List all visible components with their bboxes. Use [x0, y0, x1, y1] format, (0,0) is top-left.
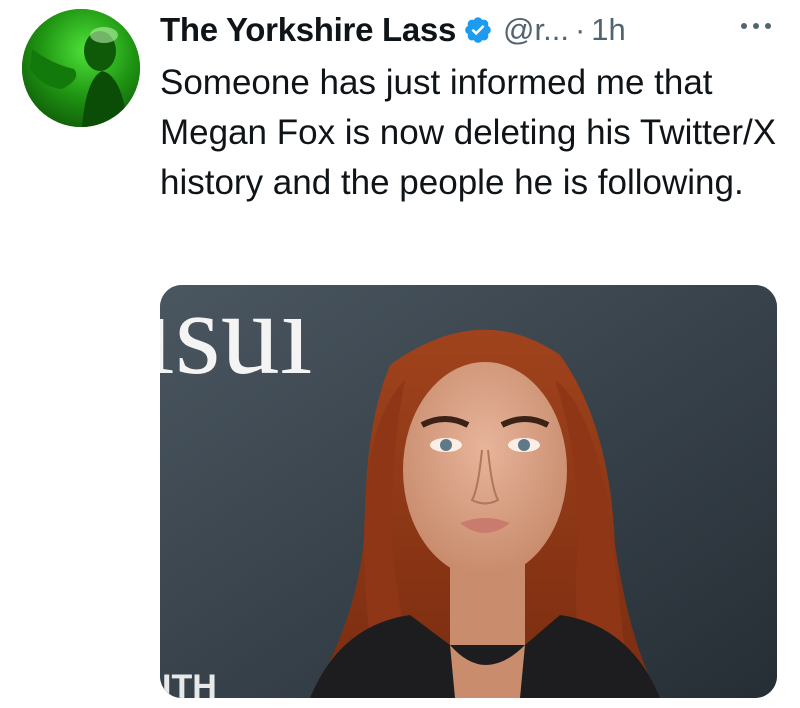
avatar-image — [22, 9, 140, 127]
tweet[interactable]: The Yorkshire Lass @r... · 1h Someone ha… — [0, 0, 800, 708]
more-options-icon[interactable] — [738, 16, 774, 36]
display-name[interactable]: The Yorkshire Lass — [160, 11, 456, 49]
photo-image: ısuı ITH — [160, 285, 777, 698]
user-handle[interactable]: @r... — [503, 12, 569, 48]
tweet-text: Someone has just informed me that Megan … — [160, 63, 777, 202]
backdrop-text-bottom: ITH — [162, 668, 217, 698]
tweet-header: The Yorkshire Lass @r... · 1h — [160, 6, 780, 54]
backdrop-text-top: ısuı — [160, 285, 313, 399]
timestamp[interactable]: 1h — [591, 12, 625, 48]
separator-dot: · — [574, 12, 586, 47]
verified-badge-icon[interactable] — [463, 15, 493, 45]
avatar[interactable] — [22, 9, 140, 127]
tweet-media-photo[interactable]: ısuı ITH — [160, 285, 777, 698]
